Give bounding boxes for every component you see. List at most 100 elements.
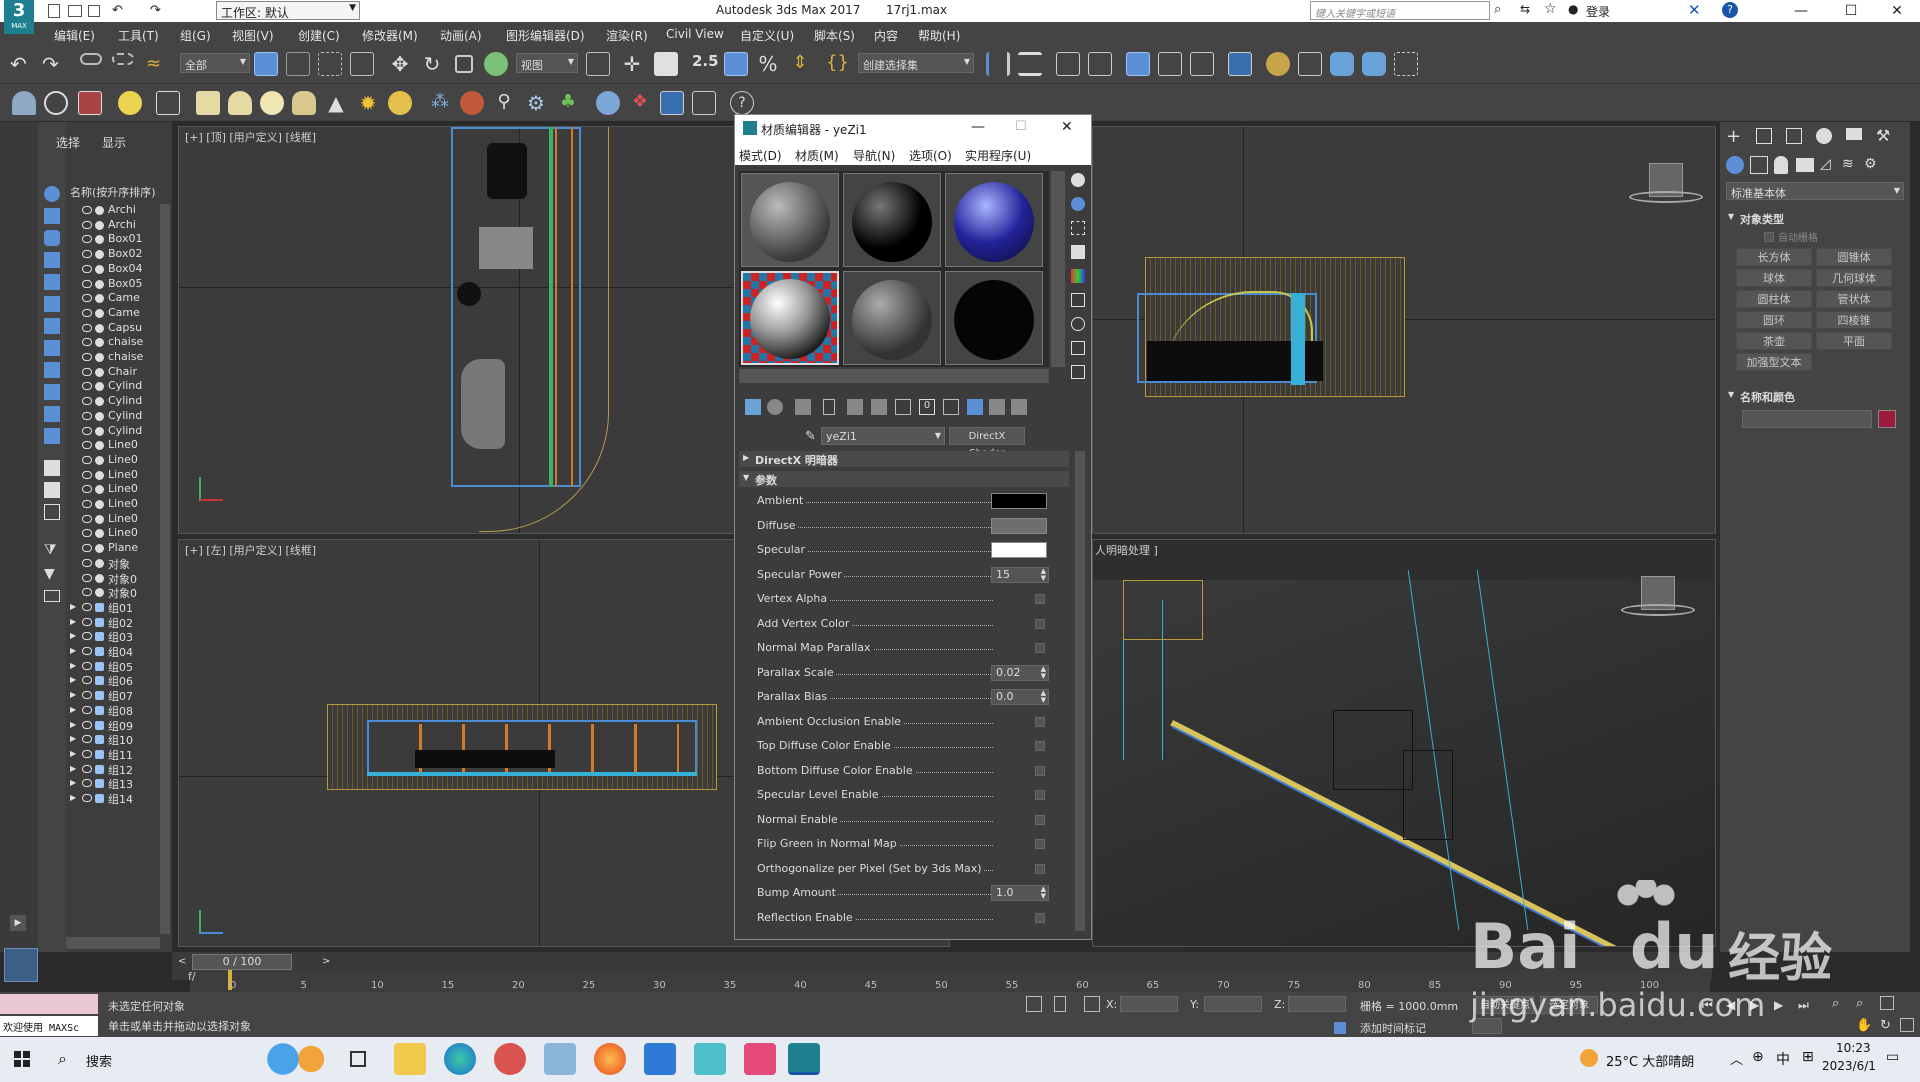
render-setup-icon[interactable] — [1266, 52, 1290, 76]
weather-icon[interactable] — [1580, 1049, 1598, 1067]
visibility-eye-icon[interactable] — [82, 720, 92, 729]
percent-snap-icon[interactable]: % — [756, 52, 780, 76]
visibility-eye-icon[interactable] — [82, 250, 92, 259]
go-to-parent-icon[interactable] — [967, 399, 983, 415]
expand-triangle-icon[interactable]: ▶ — [70, 690, 76, 699]
absolute-mode-icon[interactable] — [1084, 996, 1100, 1012]
hierarchy-tab-icon[interactable] — [1786, 128, 1802, 144]
menu-graph-editors[interactable]: 图形编辑器(D) — [506, 27, 585, 44]
app-3[interactable] — [494, 1043, 526, 1075]
undo-icon[interactable]: ↶ — [112, 3, 123, 18]
maximize-button[interactable]: ☐ — [1828, 0, 1874, 22]
task-view-icon[interactable] — [350, 1051, 366, 1067]
object-type-button[interactable]: 几何球体 — [1816, 269, 1892, 287]
param-checkbox[interactable] — [1035, 839, 1045, 849]
menu-customize[interactable]: 自定义(U) — [740, 27, 794, 44]
object-type-button[interactable]: 茶壶 — [1736, 332, 1812, 350]
display-hidden-icon[interactable] — [44, 460, 60, 476]
delete-icon[interactable] — [823, 399, 835, 415]
video-color-check-icon[interactable] — [1071, 269, 1085, 283]
param-checkbox[interactable] — [1035, 912, 1045, 923]
viewport-layout-tab[interactable] — [4, 948, 38, 982]
y-coord-field[interactable] — [1204, 996, 1262, 1012]
container-icon[interactable] — [78, 91, 102, 115]
star-icon[interactable]: ☆ — [1544, 1, 1557, 17]
taskbar-search[interactable]: 搜索 — [86, 1051, 112, 1070]
display-shapes-icon[interactable] — [44, 230, 60, 246]
search-input[interactable]: 键入关键字或短语 — [1310, 1, 1490, 20]
undo-toolbar-icon[interactable]: ↶ — [10, 52, 27, 76]
edge-browser-app[interactable] — [444, 1043, 476, 1075]
put-to-library-icon[interactable] — [871, 399, 887, 415]
utilities-tab-icon[interactable]: ⚒ — [1876, 126, 1890, 145]
cylinder-icon[interactable] — [228, 91, 252, 115]
keyboard-shortcut-override-icon[interactable] — [654, 52, 678, 76]
param-checkbox[interactable] — [1035, 863, 1045, 874]
expand-triangle-icon[interactable]: ▶ — [70, 778, 76, 787]
display-groups-icon[interactable] — [44, 340, 60, 356]
material-id-channel-icon[interactable] — [895, 399, 911, 415]
layer-manager-icon[interactable] — [1056, 52, 1080, 76]
pick-material-icon[interactable] — [1011, 399, 1027, 415]
options-icon[interactable] — [1071, 317, 1085, 331]
orbit-icon[interactable]: ↻ — [1880, 1018, 1891, 1033]
select-by-material-icon[interactable] — [1071, 341, 1085, 355]
visibility-eye-icon[interactable] — [82, 235, 92, 244]
select-by-name-icon[interactable] — [286, 52, 310, 76]
help-circle-icon[interactable]: ? — [730, 91, 754, 115]
object-type-button[interactable]: 平面 — [1816, 332, 1892, 350]
time-prev-button[interactable]: < — [178, 956, 186, 967]
login-button[interactable]: 登录 — [1586, 3, 1610, 20]
visibility-eye-icon[interactable] — [82, 529, 92, 538]
visibility-eye-icon[interactable] — [82, 514, 92, 523]
tab-display[interactable]: 显示 — [102, 134, 126, 151]
binoculars-icon[interactable]: ⌕ — [1494, 2, 1501, 17]
param-checkbox[interactable] — [1035, 716, 1045, 727]
menu-modifiers[interactable]: 修改器(M) — [362, 27, 418, 44]
ime-mode-icon[interactable]: ⊞ — [1802, 1049, 1814, 1065]
expand-triangle-icon[interactable]: ▶ — [70, 617, 76, 626]
ime-indicator[interactable]: 中 — [1776, 1049, 1790, 1069]
schematic-view-icon[interactable] — [1190, 52, 1214, 76]
visibility-eye-icon[interactable] — [82, 794, 92, 802]
placement-icon[interactable] — [484, 52, 508, 76]
sample-slot-3[interactable] — [945, 173, 1043, 267]
cloud-icon[interactable] — [44, 91, 68, 115]
biped-icon[interactable]: ⚲ — [492, 91, 516, 115]
visibility-eye-icon[interactable] — [82, 632, 92, 641]
mirror-icon[interactable] — [986, 52, 1010, 76]
menu-create[interactable]: 创建(C) — [298, 27, 340, 44]
reference-coord-dropdown[interactable]: 视图 ▼ — [516, 53, 578, 73]
time-next-button[interactable]: > — [322, 956, 330, 967]
object-type-button[interactable]: 管状体 — [1816, 290, 1892, 308]
help-icon[interactable]: ? — [1722, 2, 1738, 18]
display-helpers-icon[interactable] — [44, 296, 60, 312]
tab-select[interactable]: 选择 — [56, 134, 80, 151]
firefox-app[interactable] — [594, 1043, 626, 1075]
visibility-eye-icon[interactable] — [82, 426, 92, 435]
sample-slot-4[interactable] — [741, 271, 839, 365]
workspace-dropdown[interactable]: 工作区: 默认 ▼ — [216, 1, 360, 20]
param-spinner[interactable]: 0.0 ▲ ▼ — [991, 689, 1049, 705]
expand-triangle-icon[interactable]: ▶ — [70, 646, 76, 655]
display-all-icon[interactable] — [44, 482, 60, 498]
render-production-icon[interactable] — [1330, 52, 1354, 76]
param-color-swatch[interactable] — [991, 517, 1047, 534]
param-checkbox[interactable] — [1035, 594, 1045, 604]
object-type-button[interactable]: 圆环 — [1736, 311, 1812, 329]
expand-triangle-icon[interactable]: ▶ — [70, 602, 76, 611]
visibility-eye-icon[interactable] — [82, 691, 92, 700]
material-menu-navigation[interactable]: 导航(N) — [853, 147, 895, 164]
expand-triangle-icon[interactable]: ▶ — [70, 705, 76, 714]
lightbulb-icon[interactable] — [118, 91, 142, 115]
backlight-icon[interactable] — [1071, 197, 1085, 211]
visibility-eye-icon[interactable] — [82, 705, 92, 714]
redo-icon[interactable]: ↷ — [150, 3, 161, 18]
display-lights-icon[interactable] — [44, 252, 60, 268]
menu-scripting[interactable]: 脚本(S) — [814, 27, 855, 44]
explorer-h-scrollbar[interactable] — [66, 937, 160, 949]
visibility-eye-icon[interactable] — [82, 661, 92, 670]
param-checkbox[interactable] — [1035, 814, 1045, 825]
pivot-center-icon[interactable] — [586, 52, 610, 76]
assign-to-selection-icon[interactable] — [795, 399, 811, 415]
